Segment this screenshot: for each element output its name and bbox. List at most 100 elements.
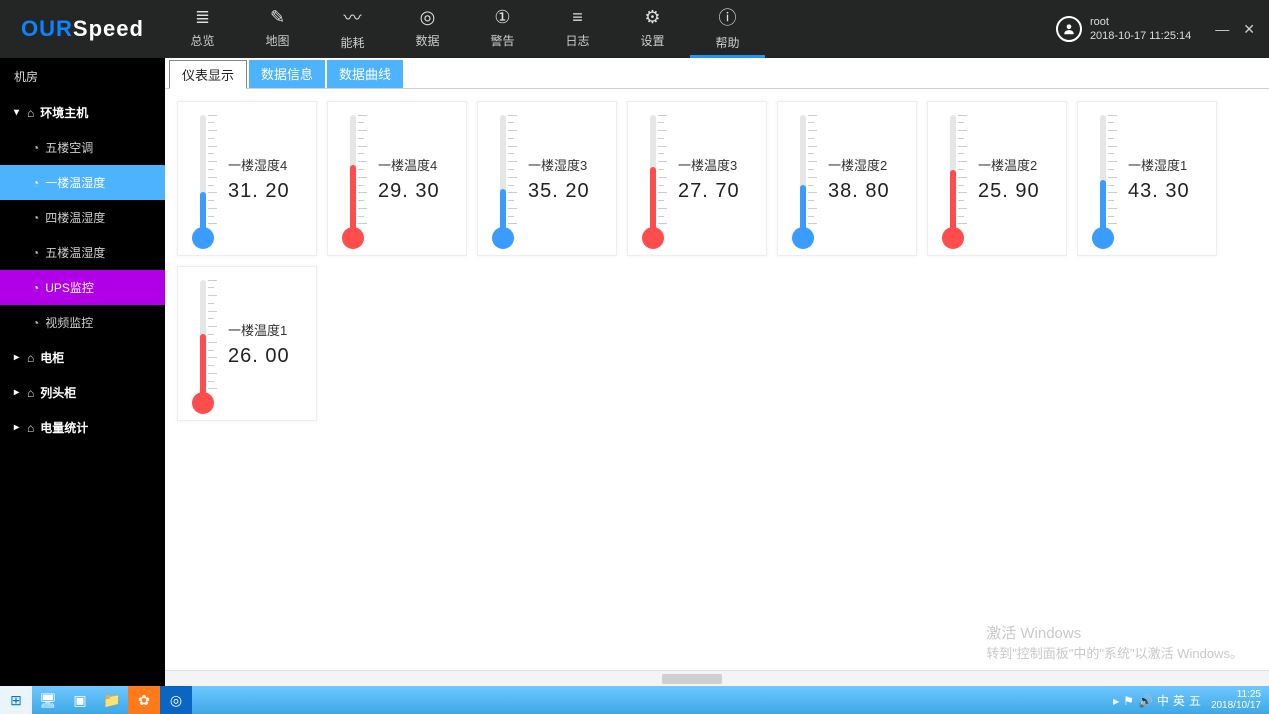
sidebar-item-0-0[interactable]: ◔五楼空调: [0, 130, 165, 165]
tray-icon-0[interactable]: ▸: [1111, 694, 1121, 708]
home-icon: ⌂: [27, 106, 34, 120]
sidebar-group-label: 列头柜: [40, 384, 76, 401]
tray-icon-4[interactable]: 英: [1171, 694, 1187, 708]
user-info: root 2018-10-17 11:25:14: [1090, 15, 1191, 44]
thermometer-icon: [336, 109, 370, 249]
gauge-name: 一楼温度2: [978, 155, 1058, 174]
nav-icon: ≣: [195, 7, 210, 28]
gauge-icon: ◔: [32, 211, 39, 225]
sidebar-group-2[interactable]: ▸ ⌂ 列头柜: [0, 375, 165, 410]
nav-label: 数据: [415, 32, 439, 49]
logo-part1: OUR: [21, 16, 73, 42]
nav-item-5[interactable]: ≡日志: [540, 0, 615, 58]
nav-label: 警告: [490, 32, 514, 49]
nav-icon: ①: [494, 7, 510, 28]
gauge-value: 35. 20: [528, 180, 608, 203]
home-icon: ⌂: [27, 386, 34, 400]
sidebar-group-0[interactable]: ▾⌂环境主机: [0, 95, 165, 130]
tab-2[interactable]: 数据曲线: [327, 60, 403, 88]
tray-icon-3[interactable]: 中: [1155, 694, 1171, 708]
gauge-name: 一楼湿度2: [828, 155, 908, 174]
sidebar-item-label: 五楼空调: [45, 139, 93, 156]
clock-date: 2018/10/17: [1211, 700, 1261, 711]
nav-icon: ◎: [420, 7, 436, 28]
sidebar-item-0-5[interactable]: ◔视频监控: [0, 305, 165, 340]
gauge-icon: ◔: [32, 176, 39, 190]
tray-icon-1[interactable]: ⚑: [1121, 694, 1136, 708]
gauge-name: 一楼湿度1: [1128, 155, 1208, 174]
gauge-name: 一楼湿度4: [228, 155, 308, 174]
taskbar-clock[interactable]: 11:25 2018/10/17: [1205, 689, 1267, 711]
gauge-panel: 一楼湿度4 31. 20 一楼温度4 29. 30 一楼湿度3 35. 20: [165, 89, 1269, 670]
gauge-card-7: 一楼温度1 26. 00: [177, 266, 317, 421]
taskbar-btn-xampp[interactable]: ✿: [128, 686, 160, 714]
nav-label: 地图: [265, 32, 289, 49]
avatar-icon: [1056, 16, 1082, 42]
sidebar-item-label: 视频监控: [45, 314, 93, 331]
sidebar-item-0-1[interactable]: ◔一楼温湿度: [0, 165, 165, 200]
gauge-card-1: 一楼温度4 29. 30: [327, 101, 467, 256]
thermometer-icon: [186, 274, 220, 414]
system-tray[interactable]: ▸⚑🔊中英五: [1111, 692, 1203, 709]
sidebar-item-0-2[interactable]: ◔ 四楼温湿度: [0, 200, 165, 235]
taskbar-btn-start[interactable]: ⊞: [0, 686, 32, 714]
nav-item-7[interactable]: ⓘ帮助: [690, 0, 765, 58]
minimize-button[interactable]: —: [1215, 21, 1229, 37]
content-area: 仪表显示数据信息数据曲线 一楼湿度4 31. 20 一楼温度4 29. 30: [165, 58, 1269, 686]
clock-time: 11:25: [1211, 689, 1261, 700]
sidebar-item-0-4[interactable]: ◔ UPS监控: [0, 270, 165, 305]
chevron-icon: ▸: [14, 387, 19, 398]
sidebar-group-1[interactable]: ▸⌂电柜: [0, 340, 165, 375]
window-controls: — ✕: [1201, 0, 1269, 58]
nav-item-1[interactable]: ✎地图: [240, 0, 315, 58]
gauge-value: 25. 90: [978, 180, 1058, 203]
gauge-cards: 一楼湿度4 31. 20 一楼温度4 29. 30 一楼湿度3 35. 20: [177, 101, 1257, 421]
sidebar-header: 机房: [0, 58, 165, 95]
close-button[interactable]: ✕: [1243, 21, 1255, 38]
sidebar: 机房 ▾⌂环境主机◔五楼空调◔一楼温湿度◔四楼温湿度◔五楼温湿度◔UPS监控◔视…: [0, 58, 165, 686]
gauge-value: 29. 30: [378, 180, 458, 203]
taskbar-btn-browser[interactable]: ◎: [160, 686, 192, 714]
nav-item-0[interactable]: ≣总览: [165, 0, 240, 58]
nav-label: 设置: [640, 32, 664, 49]
sidebar-item-label: 四楼温湿度: [45, 209, 105, 226]
nav-item-2[interactable]: 〰能耗: [315, 0, 390, 58]
tray-icon-2[interactable]: 🔊: [1136, 694, 1155, 708]
taskbar-btn-app1[interactable]: ▣: [64, 686, 96, 714]
nav-item-6[interactable]: ⚙ 设置: [615, 0, 690, 58]
taskbar-btn-explorer[interactable]: 🖥: [32, 686, 64, 714]
home-icon: ⌂: [27, 421, 34, 435]
chevron-icon: ▾: [14, 107, 19, 118]
main-area: 机房 ▾⌂环境主机◔五楼空调◔一楼温湿度◔四楼温湿度◔五楼温湿度◔UPS监控◔视…: [0, 58, 1269, 686]
nav-item-4[interactable]: ① 警告: [465, 0, 540, 58]
sidebar-item-0-3[interactable]: ◔五楼温湿度: [0, 235, 165, 270]
nav-icon: ⚙: [644, 7, 660, 28]
thermometer-icon: [786, 109, 820, 249]
logo-part2: Speed: [73, 16, 144, 42]
taskbar-btn-folder[interactable]: 📁: [96, 686, 128, 714]
nav-label: 帮助: [715, 34, 739, 51]
nav-icon: 〰: [344, 4, 362, 30]
nav-label: 能耗: [340, 34, 364, 51]
gauge-card-2: 一楼湿度3 35. 20: [477, 101, 617, 256]
tray-icon-5[interactable]: 五: [1187, 694, 1203, 708]
gauge-value: 31. 20: [228, 180, 308, 203]
nav-item-3[interactable]: ◎ 数据: [390, 0, 465, 58]
thermometer-icon: [486, 109, 520, 249]
sidebar-item-label: UPS监控: [45, 279, 94, 296]
thermometer-icon: [186, 109, 220, 249]
tab-1[interactable]: 数据信息: [249, 60, 325, 88]
tab-0[interactable]: 仪表显示: [169, 60, 247, 89]
taskbar: ⊞🖥▣📁✿◎ ▸⚑🔊中英五 11:25 2018/10/17: [0, 686, 1269, 714]
gauge-name: 一楼温度3: [678, 155, 758, 174]
gauge-value: 43. 30: [1128, 180, 1208, 203]
horizontal-scrollbar[interactable]: [165, 670, 1269, 686]
sidebar-group-3[interactable]: ▸⌂电量统计: [0, 410, 165, 445]
user-block[interactable]: root 2018-10-17 11:25:14: [1046, 0, 1201, 58]
chevron-icon: ▸: [14, 352, 19, 363]
thermometer-icon: [1086, 109, 1120, 249]
gauge-value: 38. 80: [828, 180, 908, 203]
gauge-icon: ◔: [32, 281, 39, 295]
nav-label: 日志: [565, 32, 589, 49]
app-logo: OURSpeed: [0, 0, 165, 58]
